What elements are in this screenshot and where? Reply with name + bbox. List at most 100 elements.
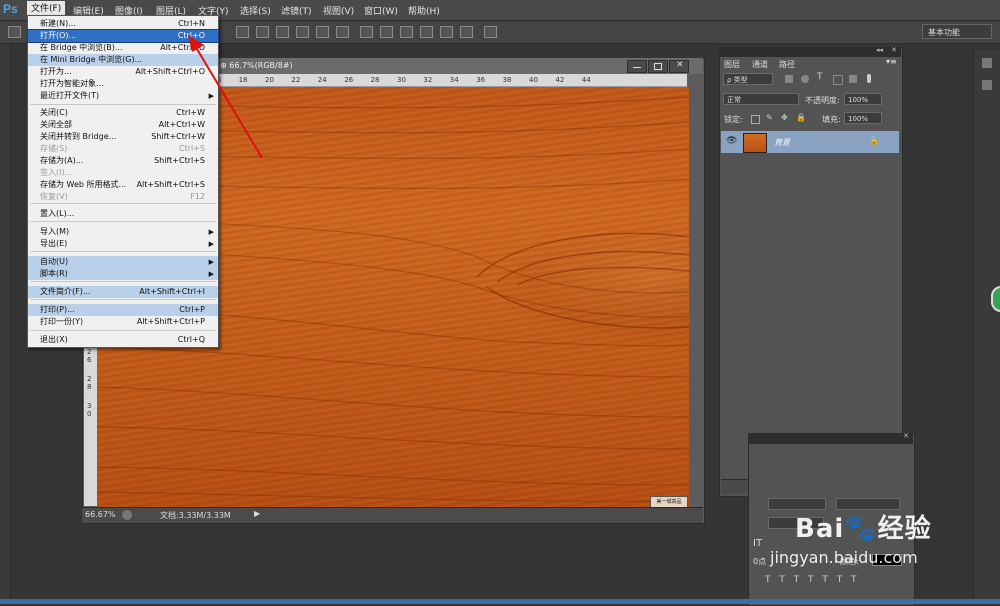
menu-item-label: 关闭(C) xyxy=(40,108,68,117)
workspace-select[interactable]: 基本功能 xyxy=(922,24,992,39)
close-icon[interactable]: ✕ xyxy=(669,60,689,73)
character-panel-header: ✕ xyxy=(748,432,913,444)
ruler-tick-label: 26 xyxy=(344,76,354,84)
tools-panel xyxy=(0,44,11,604)
distribute-right-icon[interactable] xyxy=(460,26,473,38)
lock-icons: ✎ ✥ 🔒 xyxy=(751,113,811,124)
distribute-bottom-icon[interactable] xyxy=(400,26,413,38)
maximize-icon[interactable] xyxy=(648,60,668,73)
menu-item-label: 自动(U) xyxy=(40,257,69,266)
menu-separator xyxy=(30,251,216,252)
file-menu-item[interactable]: 文件简介(F)... Alt+Shift+Ctrl+I xyxy=(28,286,218,298)
opacity-label: 不透明度: xyxy=(805,96,840,105)
panel-close-icon[interactable]: ✕ xyxy=(891,46,897,54)
file-menu-item[interactable]: 置入(L)... xyxy=(28,208,218,220)
menu-item[interactable]: 窗口(W) xyxy=(364,4,398,17)
lock-transparent-icon[interactable] xyxy=(751,115,760,124)
dock-properties-icon[interactable] xyxy=(982,80,992,90)
photoshop-logo: Ps xyxy=(3,2,18,16)
submenu-arrow-icon: ▶ xyxy=(208,270,214,278)
green-circle-icon[interactable] xyxy=(991,286,1000,312)
lock-pixels-icon[interactable]: ✎ xyxy=(766,113,773,122)
align-center-icon[interactable] xyxy=(316,26,329,38)
menu-item-label: 关闭全部 xyxy=(40,120,72,129)
menu-item[interactable]: 滤镜(T) xyxy=(281,4,312,17)
fill-input[interactable]: 100% xyxy=(844,112,882,124)
menu-item-label: 关闭并转到 Bridge... xyxy=(40,132,117,141)
lock-all-icon[interactable]: 🔒 xyxy=(796,113,806,122)
distribute-middle-icon[interactable] xyxy=(380,26,393,38)
file-menu-item[interactable]: 导出(E) ▶ xyxy=(28,238,218,250)
panel-header: ◂◂ ✕ xyxy=(719,46,901,57)
menu-item-shortcut: Ctrl+N xyxy=(178,19,205,28)
opacity-input[interactable]: 100% xyxy=(844,93,882,105)
file-menu-item[interactable]: 退出(X) Ctrl+Q xyxy=(28,334,218,346)
file-menu-item[interactable]: 恢复(V) F12 xyxy=(28,191,218,203)
tab-layers[interactable]: 图层 xyxy=(724,59,740,70)
filter-shape-icon[interactable] xyxy=(833,75,843,85)
red-arrow-annotation xyxy=(188,35,263,159)
menu-item-label: 新建(N)... xyxy=(40,19,76,28)
status-icon[interactable] xyxy=(122,510,132,520)
zoom-level[interactable]: 66.67% xyxy=(85,510,116,519)
status-menu-arrow-icon[interactable]: ▶ xyxy=(254,509,260,518)
align-right-icon[interactable] xyxy=(336,26,349,38)
ruler-tick-label: 38 xyxy=(502,76,512,84)
ruler-tick-label: 28 xyxy=(370,76,380,84)
char-panel-close-icon[interactable]: ✕ xyxy=(903,432,909,440)
dock-history-icon[interactable] xyxy=(982,58,992,68)
vertical-scale-icon: IT xyxy=(753,538,763,549)
file-menu-item[interactable]: 打印(P)... Ctrl+P xyxy=(28,304,218,316)
file-menu-item[interactable]: 打印一份(Y) Alt+Shift+Ctrl+P xyxy=(28,316,218,328)
menu-item[interactable]: 帮助(H) xyxy=(408,4,440,17)
menu-item-label: 签入(I)... xyxy=(40,168,73,177)
distribute-left-icon[interactable] xyxy=(420,26,433,38)
file-menu-item[interactable]: 存储为 Web 所用格式... Alt+Shift+Ctrl+S xyxy=(28,179,218,191)
filter-pixel-icon[interactable] xyxy=(785,75,793,83)
auto-align-icon[interactable] xyxy=(484,26,497,38)
filter-type-icon[interactable]: T xyxy=(817,72,823,82)
file-menu-item[interactable]: 新建(N)... Ctrl+N xyxy=(28,18,218,30)
menu-item[interactable]: 选择(S) xyxy=(240,4,271,17)
menu-item-label: 最近打开文件(T) xyxy=(40,91,100,100)
layer-filter-select[interactable]: ρ 类型 xyxy=(723,73,773,85)
lock-position-icon[interactable]: ✥ xyxy=(781,113,788,122)
taskbar-edge xyxy=(0,599,1000,604)
menu-separator xyxy=(30,299,216,300)
file-menu-item[interactable]: 脚本(R) ▶ xyxy=(28,268,218,280)
ruler-tick-label: 36 xyxy=(476,76,486,84)
menu-item-label: 恢复(V) xyxy=(40,192,68,201)
menu-item-shortcut: Alt+Shift+Ctrl+S xyxy=(136,180,205,189)
lock-label: 锁定: xyxy=(724,115,743,124)
layer-name[interactable]: 背景 xyxy=(774,137,790,148)
file-menu-item[interactable]: 导入(M) ▶ xyxy=(28,226,218,238)
filter-toggle-icon[interactable] xyxy=(867,74,871,83)
move-tool-icon[interactable] xyxy=(8,26,21,38)
minimize-icon[interactable] xyxy=(627,60,647,73)
ruler-tick-label: 42 xyxy=(555,76,565,84)
distribute-top-icon[interactable] xyxy=(360,26,373,38)
layer-thumbnail xyxy=(743,133,767,153)
align-left-icon[interactable] xyxy=(296,26,309,38)
baseline-shift-value[interactable]: 0点 xyxy=(753,556,766,567)
fill-label: 填充: xyxy=(822,115,841,124)
tab-paths[interactable]: 路径 xyxy=(779,59,795,70)
menu-item-label: 打开(O)... xyxy=(40,31,77,40)
menu-item[interactable]: 视图(V) xyxy=(323,4,354,17)
filter-adjustment-icon[interactable] xyxy=(801,75,809,83)
visibility-eye-icon[interactable]: 👁 xyxy=(726,136,737,146)
panel-menu-icon[interactable]: ▾≡ xyxy=(886,57,897,66)
file-menu-item[interactable]: 自动(U) ▶ xyxy=(28,256,218,268)
menu-separator xyxy=(30,221,216,222)
filter-smart-icon[interactable] xyxy=(849,75,857,83)
blend-mode-select[interactable]: 正常 xyxy=(723,93,799,105)
menu-item-label: 存储为(A)... xyxy=(40,156,84,165)
tab-channels[interactable]: 通道 xyxy=(752,59,768,70)
layer-lock-icon: 🔒 xyxy=(869,136,879,145)
menu-item-label: 导入(M) xyxy=(40,227,70,236)
menu-item-shortcut: Ctrl+Q xyxy=(177,335,205,344)
text-style-buttons[interactable]: TTTTTTT xyxy=(765,575,905,585)
ruler-tick-label: 2 8 xyxy=(87,375,92,391)
menu-item-label: 在 Bridge 中浏览(B)... xyxy=(40,43,123,52)
distribute-center-icon[interactable] xyxy=(440,26,453,38)
